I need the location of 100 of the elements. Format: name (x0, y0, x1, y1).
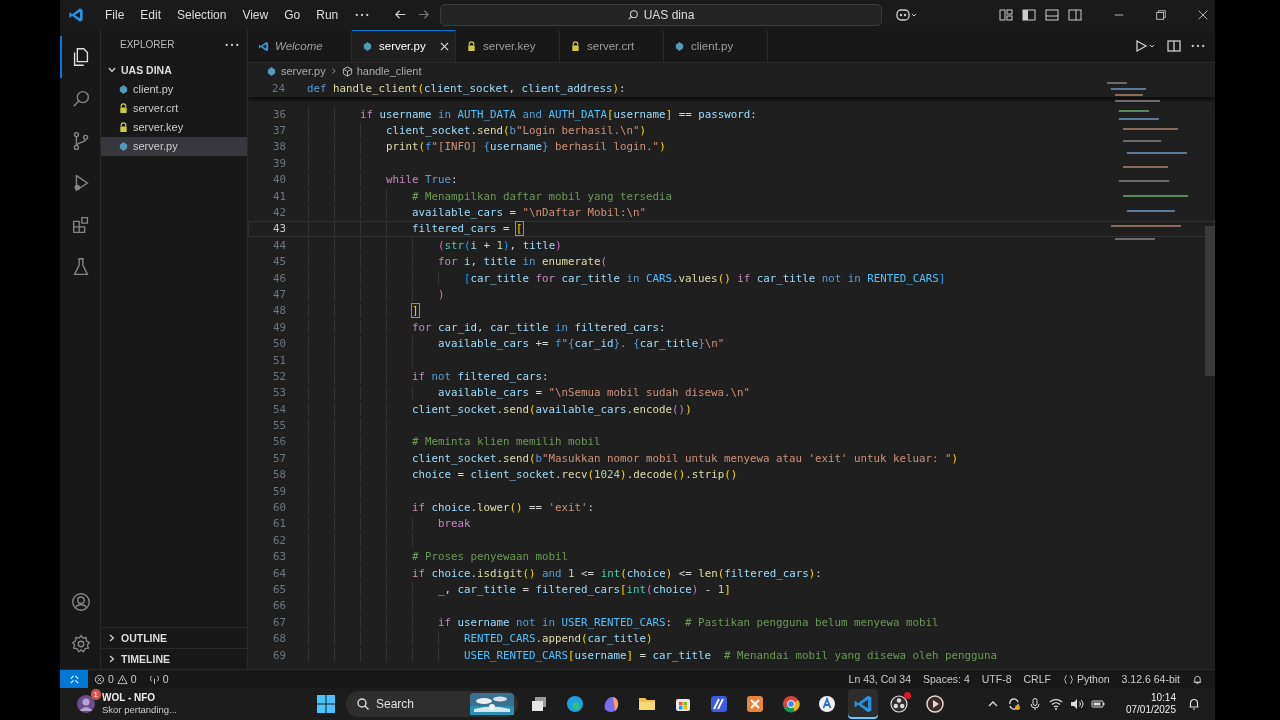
lock-icon (466, 40, 477, 52)
code-line: filtered_cars = [ (411, 222, 523, 236)
notification-bell-icon[interactable] (1187, 697, 1201, 711)
explorer-folder[interactable]: UAS DINA (101, 59, 247, 80)
remote-button[interactable] (60, 670, 88, 689)
line-number: 37 (272, 124, 286, 138)
restore-icon[interactable] (1155, 8, 1167, 21)
status-item[interactable]: 3.12.6 64-bit (1115, 673, 1186, 686)
battery-icon[interactable] (1090, 697, 1105, 711)
line-number: 39 (272, 156, 286, 170)
code-line: _, car_title = filtered_cars[int(choice) - 1] (437, 582, 731, 596)
code-line: USER_RENTED_CARS[username] = car_title # Menandai mobil yang disewa oleh pengguna (463, 648, 998, 662)
line-number: 69 (272, 648, 286, 662)
vscode-logo-icon[interactable] (68, 6, 84, 23)
code-line: if username in AUTH_DATA and AUTH_DATA[username] == password: (359, 107, 757, 121)
run-icon[interactable] (1135, 38, 1157, 53)
close-icon[interactable] (439, 41, 449, 51)
code-line: for i, title in enumerate( (437, 255, 608, 269)
status-item[interactable]: Ln 43, Col 34 (842, 673, 918, 686)
clock[interactable]: 10:14 07/01/2025 (1125, 692, 1176, 716)
python-file-icon (674, 40, 685, 52)
python-file-icon (118, 140, 129, 152)
menu-item[interactable]: File (98, 4, 132, 25)
code-line: # Meminta klien memilih mobil (411, 435, 601, 449)
python-file-icon (118, 83, 129, 95)
code-line: [car_title for car_title in CARS.values() if car_title not in RENTED_CARS] (463, 271, 946, 285)
menu-item[interactable]: Go (277, 4, 308, 25)
volume-icon[interactable] (1069, 697, 1084, 711)
status-item[interactable]: CRLF (1017, 673, 1057, 686)
status-item[interactable]: Spaces: 4 (917, 673, 976, 686)
line-number: 47 (272, 287, 286, 301)
line-number: 24 (271, 81, 285, 95)
menu-item[interactable]: Selection (170, 4, 234, 25)
layout-icon[interactable] (999, 7, 1013, 22)
ports-button[interactable]: 0 (142, 673, 175, 686)
line-number: 59 (272, 484, 286, 498)
editor-tab[interactable]: server.py (352, 29, 456, 62)
widget-subtitle: Skor pertanding... (102, 704, 177, 716)
code-line: while True: (385, 173, 458, 187)
copilot-icon[interactable] (895, 7, 918, 22)
obs-icon (889, 694, 909, 714)
menu-item[interactable]: Edit (133, 4, 169, 25)
news-widget[interactable]: 1 WOL - NFO Skor pertanding... (60, 692, 316, 716)
code-line: (str(i + 1), title) (437, 238, 562, 252)
code-line: RENTED_CARS.append(car_title) (463, 632, 653, 646)
scrollbar-thumb[interactable] (1205, 225, 1215, 376)
code-line: client_socket.send(available_cars.encode()) (411, 402, 692, 416)
sync-icon[interactable] (1006, 697, 1021, 711)
line-number: 52 (272, 369, 286, 383)
code-line: print(f"[INFO] {username} berhasil login.") (385, 140, 666, 154)
explorer-entry[interactable]: client.py (101, 79, 247, 99)
chevron-icon (107, 654, 117, 665)
secondary-sidebar-icon[interactable] (1068, 7, 1082, 22)
editor-tab[interactable]: server.crt (560, 29, 664, 62)
search-icon (626, 8, 639, 21)
line-number: 44 (272, 238, 286, 252)
breadcrumb-item[interactable]: server.py (266, 65, 326, 78)
close-icon[interactable] (1197, 8, 1209, 21)
line-number: 61 (272, 517, 286, 531)
code-line: break (437, 517, 471, 531)
problems-button[interactable]: 0 0 (88, 673, 143, 686)
microphone-icon[interactable] (1027, 697, 1042, 711)
command-center[interactable]: UAS dina (439, 3, 882, 26)
code-line: client_socket.send(b"Masukkan nomor mobil untuk menyewa atau 'exit' untuk keluar: ") (411, 451, 959, 465)
app-icon (745, 694, 765, 714)
menu-item[interactable]: Run (309, 4, 346, 25)
split-editor-icon[interactable] (1167, 38, 1181, 53)
antenna-icon (148, 673, 160, 685)
line-number: 36 (272, 107, 286, 121)
breadcrumb-item[interactable]: handle_client (341, 65, 422, 78)
panel-toggle-icon[interactable] (1045, 7, 1059, 22)
more-icon[interactable] (225, 42, 239, 47)
wifi-icon[interactable] (1048, 697, 1063, 711)
code-line: available_cars = "\nSemua mobil sudah disewa.\n" (437, 386, 751, 400)
more-icon[interactable] (355, 12, 370, 17)
code-line: client_socket.send(b"Login berhasil.\n") (385, 124, 647, 138)
explorer-entry[interactable]: server.key (101, 117, 247, 137)
bell-icon[interactable] (1192, 673, 1203, 685)
windows-start-icon[interactable] (316, 694, 336, 714)
sidebar-title: EXPLORER (120, 39, 175, 51)
avatar-icon (76, 694, 96, 714)
widget-title: WOL - NFO (102, 692, 157, 704)
taskbar-app[interactable] (848, 689, 878, 719)
explorer-entry[interactable]: server.py (101, 136, 247, 156)
section-header[interactable]: OUTLINE (101, 627, 247, 649)
code-line: for car_id, car_title in filtered_cars: (411, 320, 666, 334)
menu-item[interactable]: View (235, 4, 276, 25)
editor-tab[interactable]: server.key (456, 29, 560, 62)
line-number: 42 (272, 206, 286, 219)
line-number: 63 (272, 550, 286, 564)
editor-tab[interactable]: client.py (664, 29, 768, 62)
explorer-entry[interactable]: server.crt (101, 98, 247, 118)
line-number: 40 (272, 173, 286, 187)
python-file-icon (362, 40, 373, 52)
language-button[interactable]: Python (1056, 673, 1116, 686)
line-number: 55 (272, 419, 286, 433)
account-icon (70, 591, 92, 614)
play-icon (925, 694, 945, 714)
status-item[interactable]: UTF-8 (975, 673, 1018, 686)
sidebar-toggle-icon[interactable] (1022, 7, 1036, 22)
